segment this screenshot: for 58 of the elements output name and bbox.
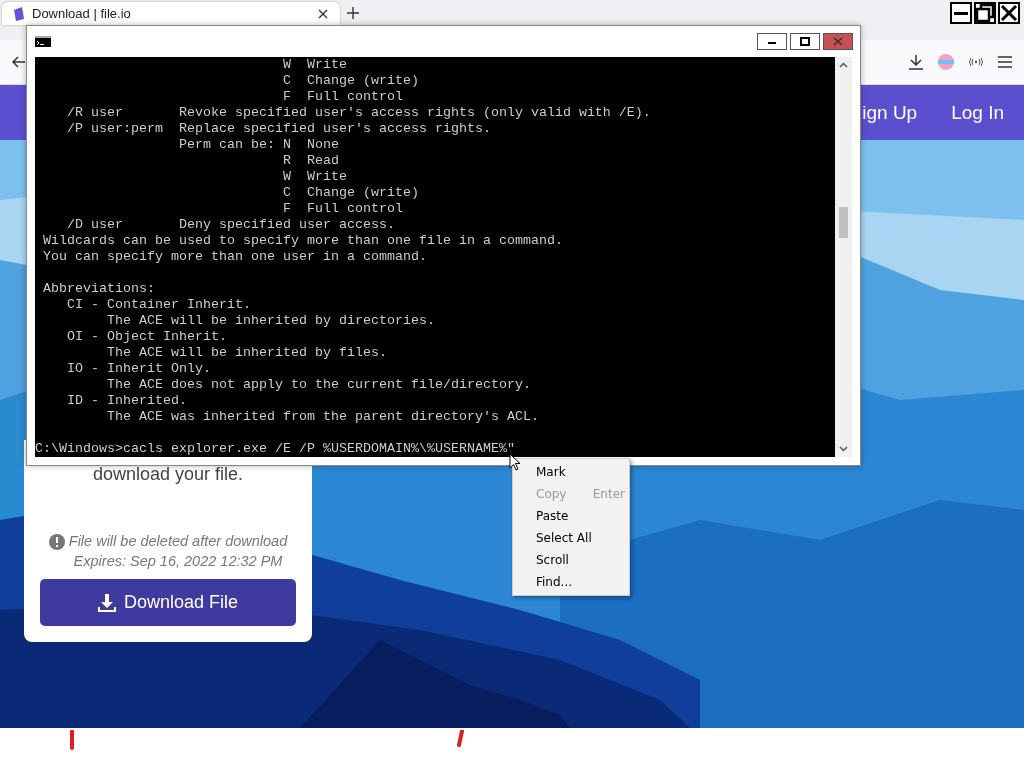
browser-tab[interactable]: Download | file.io bbox=[2, 2, 340, 25]
back-icon[interactable] bbox=[12, 56, 26, 68]
console-line: W Write bbox=[281, 169, 347, 185]
stroke-mark bbox=[456, 730, 464, 748]
menu-item[interactable]: Scroll bbox=[513, 549, 629, 571]
console-line: CI - Container Inherit. bbox=[66, 297, 251, 313]
nav-link[interactable]: ign Up bbox=[862, 101, 918, 124]
download-icon bbox=[97, 593, 116, 612]
console-line: C Change (write) bbox=[281, 185, 419, 201]
scroll-down-icon[interactable] bbox=[839, 446, 848, 452]
menu-item[interactable]: Paste bbox=[513, 505, 629, 527]
console-line: The ACE was inherited from the parent directory's ACL. bbox=[106, 409, 539, 425]
site-logo-icon bbox=[14, 6, 24, 21]
scrollbar[interactable] bbox=[835, 57, 852, 457]
console-line: The ACE will be inherited by files. bbox=[106, 345, 387, 361]
shortcut-label: Enter bbox=[592, 487, 625, 501]
close-icon bbox=[831, 36, 845, 47]
console-line: The ACE does not apply to the current file/directory. bbox=[106, 377, 531, 393]
download-button[interactable]: Download File bbox=[40, 579, 296, 626]
close-button[interactable] bbox=[998, 2, 1020, 24]
scroll-up-icon[interactable] bbox=[839, 62, 848, 68]
maximize-icon bbox=[798, 36, 812, 47]
console-line: Wildcards can be used to specify more than one file in a command. bbox=[42, 233, 563, 249]
menu-item[interactable]: Select All bbox=[513, 527, 629, 549]
console-line: OI - Object Inherit. bbox=[66, 329, 227, 345]
download-message: download your file. bbox=[92, 464, 244, 485]
stroke-mark bbox=[69, 730, 75, 750]
console-icon bbox=[35, 36, 51, 47]
console-line: /D user Deny specified user access. bbox=[66, 217, 395, 233]
console-line: ID - Inherited. bbox=[66, 393, 187, 409]
minimize-button[interactable] bbox=[757, 33, 787, 50]
download-icon[interactable] bbox=[908, 54, 924, 70]
console-line: W Write bbox=[281, 57, 347, 73]
console-line: F Full control bbox=[281, 201, 403, 217]
broadcast-icon[interactable] bbox=[968, 57, 984, 67]
console-line: Perm can be: N None bbox=[177, 137, 339, 153]
restore-button[interactable] bbox=[974, 2, 996, 24]
console-line: C Change (write) bbox=[281, 73, 419, 89]
console-line: /R user Revoke specified user's access rights (only valid with /E). bbox=[66, 105, 651, 121]
console-line: IO - Inherit Only. bbox=[66, 361, 211, 377]
menu-icon[interactable] bbox=[998, 56, 1012, 68]
scroll-thumb[interactable] bbox=[839, 207, 848, 238]
minimize-button[interactable] bbox=[950, 2, 972, 24]
command-line: C:\Windows>cacls explorer.exe /E /P %USERDOMAIN%\%USERNAME%" bbox=[35, 441, 515, 457]
console-line: F Full control bbox=[281, 89, 403, 105]
deletion-notice: File will be deleted after download bbox=[68, 533, 288, 549]
console-line: Abbreviations: bbox=[42, 281, 155, 297]
close-icon[interactable] bbox=[318, 8, 328, 19]
maximize-button[interactable] bbox=[790, 33, 820, 50]
nav-link[interactable]: Log In bbox=[951, 101, 1004, 124]
console-line: R Read bbox=[281, 153, 339, 169]
expiry-date: Expires: Sep 16, 2022 12:32 PM bbox=[73, 553, 283, 569]
console-line: /P user:perm Replace specified user's access rights. bbox=[66, 121, 491, 137]
menu-item[interactable]: Find... bbox=[513, 571, 629, 593]
new-tab-icon[interactable] bbox=[346, 6, 360, 20]
console-line: The ACE will be inherited by directories. bbox=[106, 313, 435, 329]
info-icon bbox=[48, 534, 65, 550]
console-line: You can specify more than one user in a command. bbox=[42, 249, 427, 265]
